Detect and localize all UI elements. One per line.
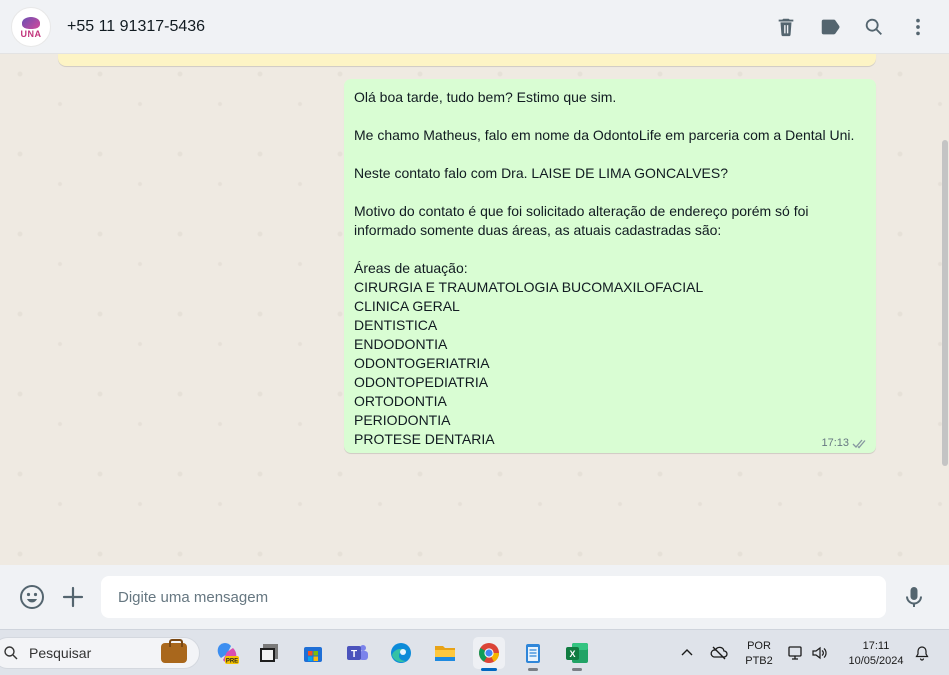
active-indicator <box>481 668 497 671</box>
taskbar-search[interactable]: Pesquisar <box>0 637 200 669</box>
copilot-pre-badge: PRE <box>226 659 238 665</box>
running-indicator <box>528 668 538 671</box>
message-line: Olá boa tarde, tudo bem? Estimo que sim. <box>354 89 617 105</box>
avatar-logo-text: UNA <box>20 28 42 39</box>
message-line <box>354 145 866 164</box>
excel-icon[interactable]: X <box>561 637 593 671</box>
microsoft-store-icon[interactable] <box>297 637 329 669</box>
volume-icon[interactable] <box>811 644 829 662</box>
message-line: Áreas de atuação: <box>354 260 468 276</box>
excel-letter: X <box>569 649 575 659</box>
attach-plus-icon[interactable] <box>60 584 86 610</box>
message-line: Me chamo Matheus, falo em nome da Odonto… <box>354 127 855 143</box>
notepad-icon[interactable] <box>517 637 549 671</box>
message-composer <box>0 565 949 629</box>
menu-icon[interactable] <box>907 16 929 38</box>
clock-time: 17:11 <box>862 640 890 652</box>
message-line <box>354 183 866 202</box>
chrome-icon[interactable] <box>473 637 505 671</box>
running-indicator <box>572 668 582 671</box>
input-language[interactable]: POR PTB2 <box>742 639 776 669</box>
message-meta: 17:13 <box>821 437 868 449</box>
outgoing-message-bubble[interactable]: Olá boa tarde, tudo bem? Estimo que sim.… <box>344 79 876 453</box>
label-icon[interactable] <box>819 16 841 38</box>
teams-icon[interactable]: T <box>341 637 373 669</box>
chat-header: UNA +55 11 91317-5436 <box>0 0 949 54</box>
search-icon[interactable] <box>863 16 885 38</box>
message-line: CLINICA GERAL <box>354 298 460 314</box>
message-line <box>354 240 866 259</box>
message-line: Neste contato falo com Dra. LAISE DE LIM… <box>354 165 729 181</box>
search-icon <box>4 646 18 660</box>
windows-taskbar: Pesquisar PRE T X POR PTB2 17:11 10/05/2… <box>0 629 949 675</box>
notification-bell-icon[interactable] <box>914 645 930 661</box>
onedrive-icon[interactable] <box>710 644 728 662</box>
message-line: ENDODONTIA <box>354 336 448 352</box>
message-line: PERIODONTIA <box>354 412 451 428</box>
message-line: ORTODONTIA <box>354 393 447 409</box>
message-line: ODONTOGERIATRIA <box>354 355 490 371</box>
message-input[interactable] <box>101 576 886 618</box>
logo-swirl <box>22 16 40 29</box>
briefcase-icon <box>161 639 187 663</box>
chevron-up-icon[interactable] <box>679 645 695 661</box>
contact-avatar[interactable]: UNA <box>11 6 51 47</box>
teams-letter: T <box>351 649 357 660</box>
system-clock[interactable]: 17:11 10/05/2024 <box>838 639 914 669</box>
chat-area[interactable]: Olá boa tarde, tudo bem? Estimo que sim.… <box>0 54 949 565</box>
message-time: 17:13 <box>821 437 849 449</box>
chat-scrollbar[interactable] <box>942 140 948 466</box>
file-explorer-icon[interactable] <box>429 637 461 669</box>
message-line: ODONTOPEDIATRIA <box>354 374 489 390</box>
microphone-icon[interactable] <box>901 584 927 610</box>
copilot-pre-icon[interactable]: PRE <box>211 637 243 669</box>
message-line: PROTESE DENTARIA <box>354 431 495 447</box>
edge-icon[interactable] <box>385 637 417 669</box>
search-label: Pesquisar <box>29 645 92 661</box>
keyboard-layout: PTB2 <box>745 655 773 667</box>
message-line: DENTISTICA <box>354 317 438 333</box>
network-icon[interactable] <box>787 644 805 662</box>
language-code: POR <box>747 640 771 652</box>
message-line: CIRURGIA E TRAUMATOLOGIA BUCOMAXILOFACIA… <box>354 279 704 295</box>
emoji-icon[interactable] <box>19 584 45 610</box>
header-actions <box>775 0 929 54</box>
clock-date: 10/05/2024 <box>848 655 904 667</box>
message-line: Motivo do contato é que foi solicitado a… <box>354 203 809 219</box>
double-check-icon <box>852 439 866 448</box>
system-banner <box>58 54 876 66</box>
delete-icon[interactable] <box>775 16 797 38</box>
message-line <box>354 107 866 126</box>
contact-name[interactable]: +55 11 91317-5436 <box>67 18 205 36</box>
message-line: informado somente duas áreas, as atuais … <box>354 222 722 238</box>
window-app-icon[interactable] <box>253 637 285 669</box>
